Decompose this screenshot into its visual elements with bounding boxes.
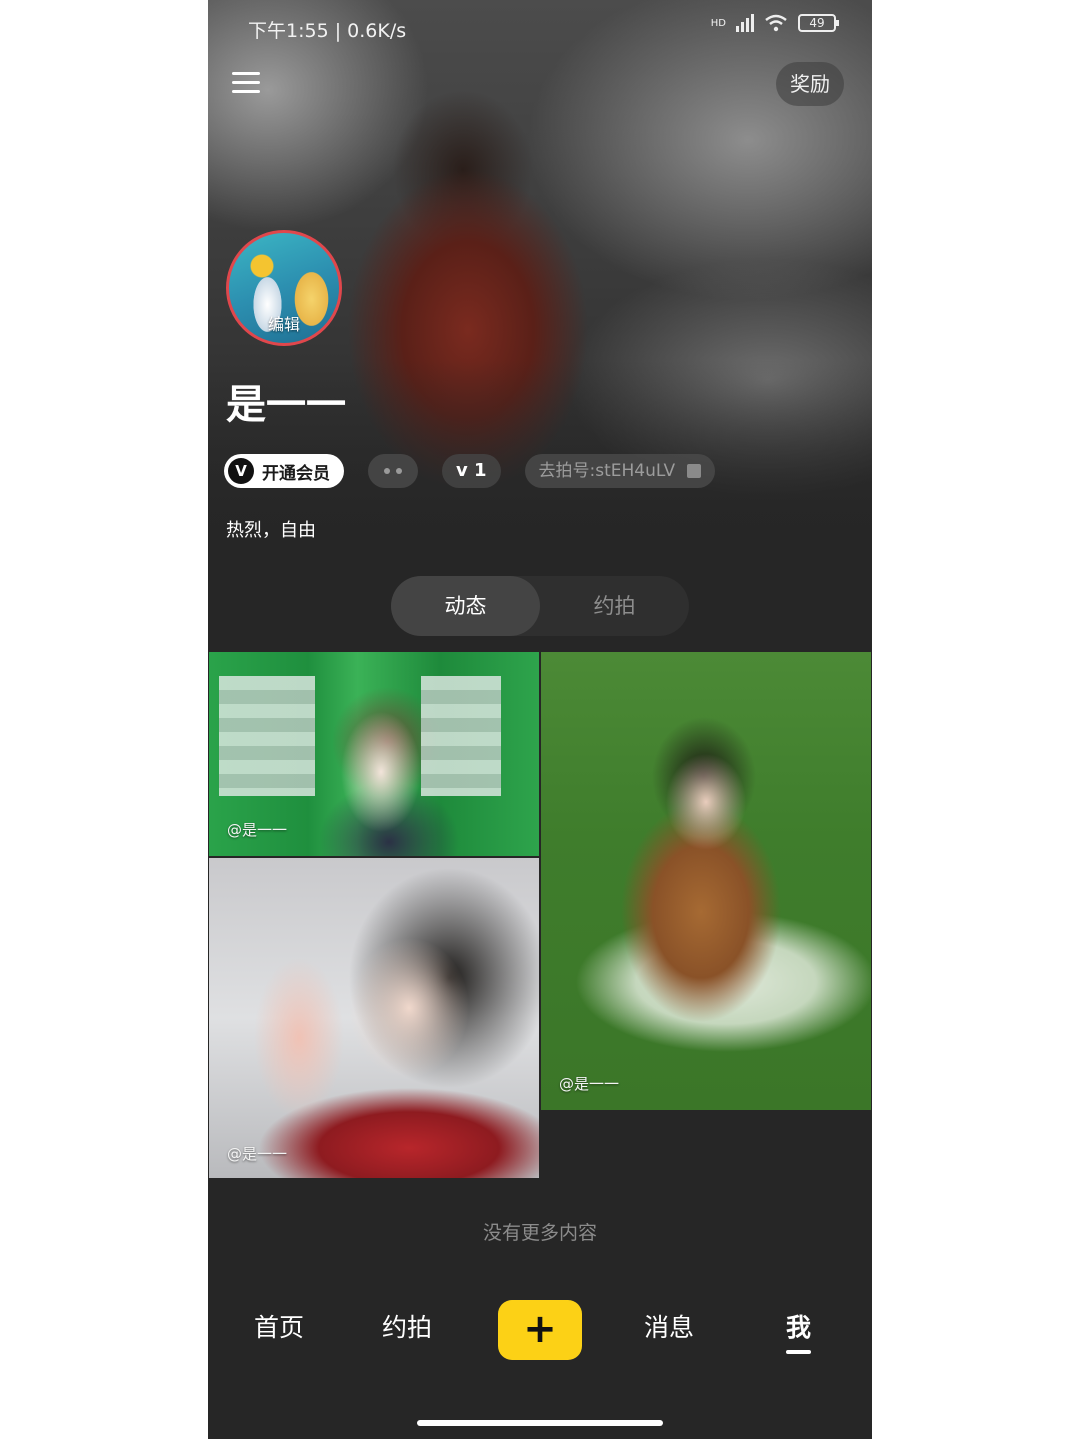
copy-icon[interactable] <box>687 464 702 478</box>
phone-screen: 下午1:55 | 0.6K/s HD 49 奖励 编辑 是一一 V 开通会员 v… <box>208 0 872 1439</box>
home-indicator[interactable] <box>417 1420 663 1426</box>
tab-posts[interactable]: 动态 <box>391 576 540 636</box>
tab-photoshoots[interactable]: 约拍 <box>540 576 689 636</box>
photo-caption: @是一一 <box>227 1145 288 1163</box>
content-tabs: 动态 约拍 <box>391 576 689 636</box>
user-id-label: 去拍号:stEH4uLV <box>538 461 676 481</box>
post-photo-snow[interactable]: @是一一 <box>209 858 539 1178</box>
plus-icon[interactable]: + <box>498 1300 582 1360</box>
status-time: 下午1:55 | 0.6K/s <box>248 20 407 42</box>
avatar[interactable]: 编辑 <box>226 230 342 346</box>
reward-button[interactable]: 奖励 <box>776 62 844 106</box>
post-photo-grass[interactable]: @是一一 <box>541 652 871 1110</box>
level-badge[interactable]: v 1 <box>442 454 501 488</box>
vip-label: 开通会员 <box>262 463 330 484</box>
user-id-badge[interactable]: 去拍号:stEH4uLV <box>524 454 716 488</box>
username: 是一一 <box>226 382 346 428</box>
battery-icon: 49 <box>798 14 839 32</box>
feed-end-text: 没有更多内容 <box>482 1222 597 1244</box>
vip-button[interactable]: V 开通会员 <box>224 454 344 488</box>
photo-caption: @是一一 <box>227 821 288 839</box>
photo-caption: @是一一 <box>559 1075 620 1093</box>
vip-icon: V <box>228 458 254 484</box>
post-photo-vending-machine[interactable]: @是一一 <box>209 652 539 856</box>
menu-icon[interactable] <box>232 72 260 96</box>
hd-label: HD <box>710 17 726 29</box>
more-badge[interactable] <box>368 454 418 488</box>
status-bar: 下午1:55 | 0.6K/s HD 49 <box>208 10 872 46</box>
status-icons: HD 49 <box>710 14 839 32</box>
bottom-nav: 首页 约拍 + 消息 我 <box>208 1290 872 1370</box>
nav-home[interactable]: 首页 <box>254 1308 304 1344</box>
nav-photoshoot[interactable]: 约拍 <box>382 1308 432 1344</box>
avatar-edit-label[interactable]: 编辑 <box>229 311 339 335</box>
wifi-icon <box>765 14 787 32</box>
nav-messages[interactable]: 消息 <box>644 1308 694 1344</box>
nav-me[interactable]: 我 <box>786 1308 812 1354</box>
signal-icon <box>736 14 754 32</box>
profile-bio: 热烈，自由 <box>226 520 316 541</box>
profile-badges: V 开通会员 v 1 去拍号:stEH4uLV <box>224 454 716 488</box>
